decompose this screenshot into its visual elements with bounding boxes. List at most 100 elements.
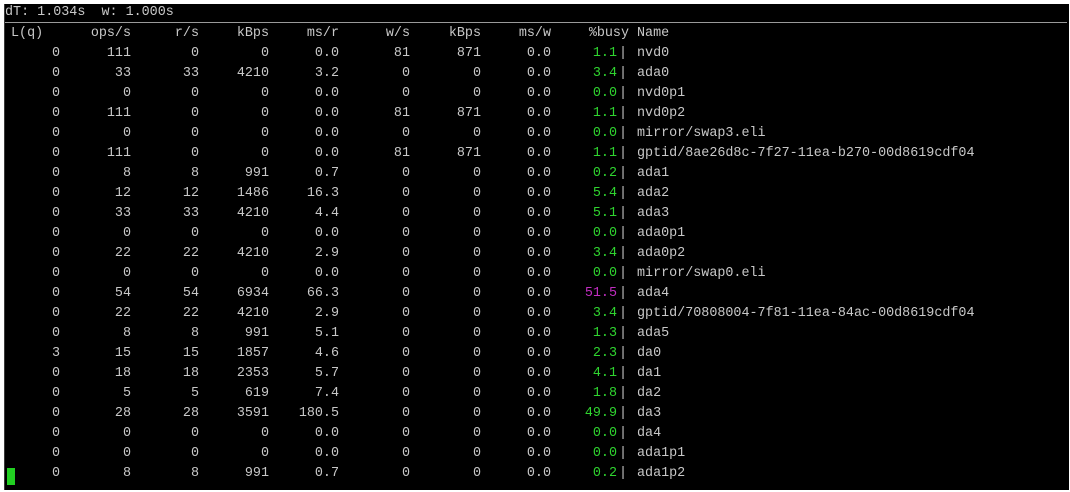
device-name-cell: ada2	[637, 186, 670, 201]
table-row: 0 8 8 991 0.7 0 0 0.0 0.2 | ada1p2	[5, 464, 1069, 484]
reads-per-sec-cell: 54	[182, 286, 199, 301]
writes-per-sec-cell: 0	[401, 86, 410, 101]
reads-per-sec-cell: 33	[182, 206, 199, 221]
reads-per-sec-cell: 18	[182, 366, 199, 381]
kbps-read-cell: 0	[260, 426, 269, 441]
table-row: 0 111 0 0 0.0 81 871 0.0 1.1 | nvd0	[5, 44, 1069, 64]
kbps-read-cell: 0	[260, 266, 269, 281]
busy-percent-cell: 3.4	[592, 306, 617, 321]
ops-per-sec-cell: 111	[106, 146, 131, 161]
kbps-write-cell: 0	[472, 306, 481, 321]
ms-per-write-cell: 0.0	[526, 406, 551, 421]
ms-per-read-cell: 4.4	[314, 206, 339, 221]
ms-per-write-cell: 0.0	[526, 66, 551, 81]
lq-cell: 0	[51, 106, 60, 121]
terminal-window[interactable]: dT: 1.034s w: 1.000s L(q) ops/s r/s kBps…	[4, 4, 1069, 490]
lq-cell: 0	[51, 406, 60, 421]
device-name-cell: mirror/swap0.eli	[637, 266, 766, 281]
device-name-cell: da3	[637, 406, 662, 421]
kbps-write-cell: 0	[472, 346, 481, 361]
writes-per-sec-cell: 81	[393, 46, 410, 61]
column-divider: |	[619, 346, 628, 361]
col-header-msr: ms/r	[306, 26, 339, 41]
kbps-write-cell: 871	[456, 106, 481, 121]
ms-per-read-cell: 4.6	[314, 346, 339, 361]
kbps-write-cell: 0	[472, 206, 481, 221]
ms-per-read-cell: 0.7	[314, 166, 339, 181]
column-header-row: L(q) ops/s r/s kBps ms/r w/s kBps ms/w %…	[5, 24, 1069, 44]
device-name-cell: ada0p2	[637, 246, 686, 261]
device-name-cell: ada3	[637, 206, 670, 221]
device-name-cell: gptid/70808004-7f81-11ea-84ac-00d8619cdf…	[637, 306, 975, 321]
column-divider: |	[619, 286, 628, 301]
kbps-write-cell: 0	[472, 426, 481, 441]
ops-per-sec-cell: 5	[122, 386, 131, 401]
writes-per-sec-cell: 0	[401, 286, 410, 301]
ops-per-sec-cell: 8	[122, 166, 131, 181]
lq-cell: 0	[51, 426, 60, 441]
ops-per-sec-cell: 111	[106, 46, 131, 61]
ms-per-write-cell: 0.0	[526, 126, 551, 141]
ms-per-write-cell: 0.0	[526, 346, 551, 361]
column-divider: |	[619, 186, 628, 201]
reads-per-sec-cell: 0	[190, 426, 199, 441]
reads-per-sec-cell: 0	[190, 226, 199, 241]
kbps-read-cell: 4210	[236, 206, 269, 221]
ms-per-read-cell: 0.0	[314, 86, 339, 101]
col-header-kbps-write: kBps	[448, 26, 481, 41]
column-divider: |	[619, 426, 628, 441]
busy-percent-cell: 5.1	[592, 206, 617, 221]
kbps-read-cell: 4210	[236, 306, 269, 321]
ms-per-read-cell: 5.7	[314, 366, 339, 381]
ms-per-read-cell: 0.0	[314, 46, 339, 61]
lq-cell: 0	[51, 86, 60, 101]
ms-per-read-cell: 2.9	[314, 246, 339, 261]
kbps-write-cell: 0	[472, 186, 481, 201]
col-header-busy: %busy	[588, 26, 629, 41]
ms-per-read-cell: 2.9	[314, 306, 339, 321]
table-row: 0 33 33 4210 4.4 0 0 0.0 5.1 | ada3	[5, 204, 1069, 224]
busy-percent-cell: 0.0	[592, 86, 617, 101]
device-name-cell: mirror/swap3.eli	[637, 126, 766, 141]
busy-percent-cell: 2.3	[592, 346, 617, 361]
writes-per-sec-cell: 0	[401, 466, 410, 481]
column-divider: |	[619, 106, 628, 121]
col-header-rs: r/s	[174, 26, 199, 41]
lq-cell: 0	[51, 126, 60, 141]
table-row: 0 0 0 0 0.0 0 0 0.0 0.0 | mirror/swap0.eli	[5, 264, 1069, 284]
reads-per-sec-cell: 0	[190, 126, 199, 141]
device-name-cell: ada4	[637, 286, 670, 301]
reads-per-sec-cell: 8	[190, 166, 199, 181]
kbps-read-cell: 4210	[236, 66, 269, 81]
table-row: 0 12 12 1486 16.3 0 0 0.0 5.4 | ada2	[5, 184, 1069, 204]
kbps-write-cell: 0	[472, 366, 481, 381]
kbps-read-cell: 2353	[236, 366, 269, 381]
writes-per-sec-cell: 0	[401, 226, 410, 241]
writes-per-sec-cell: 0	[401, 126, 410, 141]
ops-per-sec-cell: 0	[122, 226, 131, 241]
table-row: 0 0 0 0 0.0 0 0 0.0 0.0 | mirror/swap3.eli	[5, 124, 1069, 144]
reads-per-sec-cell: 0	[190, 86, 199, 101]
ops-per-sec-cell: 0	[122, 86, 131, 101]
lq-cell: 0	[51, 186, 60, 201]
ms-per-read-cell: 0.0	[314, 446, 339, 461]
ops-per-sec-cell: 0	[122, 446, 131, 461]
reads-per-sec-cell: 0	[190, 46, 199, 61]
ms-per-write-cell: 0.0	[526, 46, 551, 61]
ms-per-read-cell: 16.3	[306, 186, 339, 201]
reads-per-sec-cell: 22	[182, 246, 199, 261]
kbps-read-cell: 0	[260, 146, 269, 161]
ms-per-write-cell: 0.0	[526, 466, 551, 481]
writes-per-sec-cell: 0	[401, 166, 410, 181]
ms-per-write-cell: 0.0	[526, 86, 551, 101]
writes-per-sec-cell: 81	[393, 106, 410, 121]
lq-cell: 0	[51, 306, 60, 321]
table-row: 0 111 0 0 0.0 81 871 0.0 1.1 | gptid/8ae26d8c-7f27…	[5, 144, 1069, 164]
table-row: 0 33 33 4210 3.2 0 0 0.0 3.4 | ada0	[5, 64, 1069, 84]
busy-percent-cell: 0.0	[592, 426, 617, 441]
writes-per-sec-cell: 0	[401, 446, 410, 461]
table-row: 0 0 0 0 0.0 0 0 0.0 0.0 | nvd0p1	[5, 84, 1069, 104]
lq-cell: 0	[51, 366, 60, 381]
ms-per-write-cell: 0.0	[526, 286, 551, 301]
column-divider: |	[619, 406, 628, 421]
